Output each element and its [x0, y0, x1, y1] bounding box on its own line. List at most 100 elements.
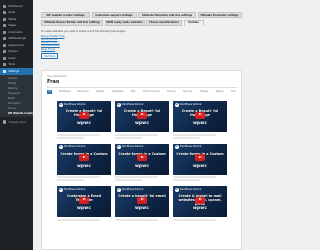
video-meta-placeholder	[115, 179, 142, 181]
video-title: WordPress tutorial	[63, 187, 86, 191]
play-button-icon[interactable]	[195, 111, 205, 119]
submenu-item-wp-website-creator[interactable]: WP Website Creator	[0, 111, 33, 116]
video-meta-placeholder	[173, 176, 217, 178]
video-brand: wpwc	[76, 120, 92, 125]
sidebar-item-label: Settings	[8, 69, 20, 73]
channel-logo-icon: W	[58, 145, 63, 149]
sidebar-item-label: Comments	[8, 30, 23, 34]
tab-customize-support-settings[interactable]: Customize support settings	[91, 12, 137, 18]
channel-logo-icon: W	[174, 102, 179, 107]
channel-logo-icon: W	[116, 145, 121, 149]
channel-logo-icon: W	[116, 102, 121, 107]
category-item[interactable]: Themes	[198, 90, 209, 95]
video-brand: wpwc	[192, 162, 208, 168]
channel-logo-icon: W	[58, 187, 63, 192]
video-card[interactable]: W WordPress tutorial Create a Beauti- fu…	[173, 101, 227, 139]
video-thumbnail[interactable]: W WordPress tutorial Create & install to…	[173, 186, 227, 217]
video-thumbnail[interactable]: W WordPress tutorial Create a Beauti- fu…	[115, 101, 169, 132]
tab-theme-manufacturers[interactable]: Theme manufacturers	[146, 19, 182, 26]
tab-ultimate-beaver-builder-settings[interactable]: Ultimate Beaver Builder add Ons settings	[41, 19, 103, 26]
collapse-icon	[3, 120, 7, 124]
video-brand: wpwc	[134, 120, 150, 125]
video-title: WordPress tutorial	[179, 145, 202, 149]
channel-name[interactable]: Frao	[47, 79, 67, 85]
category-item[interactable]: SEO	[130, 90, 137, 95]
tab-ultimate-elementor-settings[interactable]: Ultimate Elementor settings	[197, 12, 242, 18]
category-item[interactable]: Gutenberg	[110, 90, 124, 95]
video-thumbnail[interactable]: W WordPress tutorial Create a Beauti- fu…	[57, 101, 111, 132]
channel-logo-icon: W	[174, 187, 179, 192]
play-button-icon[interactable]	[137, 111, 147, 119]
category-item[interactable]: Security	[182, 90, 194, 95]
category-item[interactable]: Plugins	[215, 90, 225, 95]
video-card[interactable]: W WordPress tutorial Create & install to…	[173, 186, 227, 221]
video-meta-placeholder	[115, 176, 159, 178]
video-card[interactable]: W WordPress tutorial Customize a Email T…	[57, 186, 111, 221]
video-thumbnail[interactable]: W WordPress tutorial Create forms in a C…	[57, 143, 111, 175]
play-button-icon[interactable]	[79, 196, 89, 204]
video-brand: wpwc	[76, 162, 92, 168]
video-grid: W WordPress tutorial Create a Beauti- fu…	[57, 101, 227, 221]
tab-ultimate-elementor-add-ons-settings[interactable]: Ultimate Elementor Add Ons settings	[138, 12, 196, 18]
plugin-link-ninja-forms[interactable]: Ninja Forms	[41, 48, 242, 51]
video-meta-placeholder	[57, 133, 101, 136]
category-filter: All WordPress Elementor Beaver Gutenberg…	[47, 89, 237, 95]
video-meta-placeholder	[115, 218, 159, 221]
tab-wpm-ready-made-websites[interactable]: WPM ready made websites	[104, 19, 145, 26]
category-item[interactable]: Hosting	[166, 90, 177, 95]
video-card[interactable]: W WordPress tutorial Create a Beauti- fu…	[115, 101, 169, 139]
video-title: WordPress tutorial	[121, 102, 144, 106]
start-now-button[interactable]: Start Now	[41, 52, 59, 60]
category-item[interactable]: Beaver	[95, 90, 105, 95]
video-card[interactable]: W WordPress tutorial Create forms in a C…	[115, 143, 169, 181]
dashboard-icon	[3, 4, 7, 8]
video-card[interactable]: W WordPress tutorial Create forms in a C…	[57, 143, 111, 181]
play-button-icon[interactable]	[79, 111, 89, 119]
channel-label: Your subscriptions	[47, 75, 67, 78]
sidebar-item-label: Posts	[8, 11, 16, 15]
video-meta-placeholder	[173, 218, 217, 221]
settings-tabs: WP website creator settings Customize su…	[41, 12, 242, 27]
category-item[interactable]: WordPress	[57, 90, 71, 95]
video-meta-placeholder	[57, 176, 101, 178]
category-item[interactable]: Tips	[230, 90, 237, 95]
play-button-icon[interactable]	[79, 154, 89, 161]
tab-youtube[interactable]: Youtube	[183, 19, 204, 26]
video-meta-placeholder	[57, 179, 84, 181]
video-card[interactable]: W WordPress tutorial Create forms in a C…	[173, 143, 227, 181]
collapse-menu-button[interactable]: Collapse menu	[0, 119, 33, 125]
sidebar-item-label: Pages	[8, 24, 17, 28]
sidebar-item-label: Media	[8, 17, 17, 21]
category-all[interactable]: All	[47, 89, 53, 95]
video-card[interactable]: W WordPress tutorial Create a beauti- fu…	[115, 186, 169, 221]
video-thumbnail[interactable]: W WordPress tutorial Customize a Email T…	[57, 186, 111, 217]
main-content: WP website creator settings Customize su…	[33, 0, 250, 250]
video-brand: wpwc	[76, 205, 92, 210]
video-thumbnail[interactable]: W WordPress tutorial Create forms in a C…	[173, 143, 227, 175]
video-brand: wpwc	[134, 205, 150, 210]
category-item[interactable]: WooCommerce	[142, 90, 161, 95]
chat-icon	[3, 37, 7, 41]
video-thumbnail[interactable]: W WordPress tutorial Create forms in a C…	[115, 143, 169, 175]
video-thumbnail[interactable]: W WordPress tutorial Create a beauti- fu…	[115, 186, 169, 217]
sidebar-item-label: Tools	[8, 63, 15, 67]
brush-icon	[3, 43, 7, 47]
video-thumbnail[interactable]: W WordPress tutorial Create a Beauti- fu…	[173, 101, 227, 132]
video-meta-placeholder	[57, 218, 101, 221]
video-meta-placeholder	[115, 133, 159, 136]
sidebar-item-label: Appearance	[8, 43, 24, 47]
video-card[interactable]: W WordPress tutorial Create a Beauti- fu…	[57, 101, 111, 139]
tab-wp-website-creator-settings[interactable]: WP website creator settings	[41, 12, 90, 18]
video-title: WordPress tutorial	[179, 187, 202, 191]
video-meta-placeholder	[115, 136, 142, 139]
video-meta-placeholder	[173, 179, 200, 181]
video-brand: wpwc	[192, 205, 208, 210]
page-icon	[3, 24, 7, 28]
play-button-icon[interactable]	[137, 154, 147, 161]
wrench-icon	[3, 63, 7, 67]
video-brand: wpwc	[192, 120, 208, 125]
play-button-icon[interactable]	[195, 196, 205, 204]
category-item[interactable]: Elementor	[76, 90, 90, 95]
play-button-icon[interactable]	[137, 196, 147, 204]
play-button-icon[interactable]	[195, 154, 205, 161]
